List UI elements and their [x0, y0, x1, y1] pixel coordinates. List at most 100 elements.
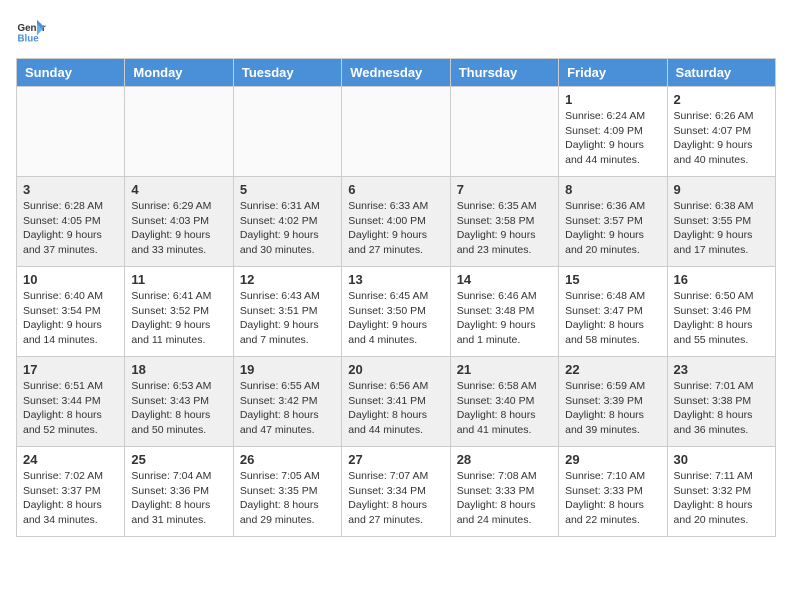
table-row: 22Sunrise: 6:59 AM Sunset: 3:39 PM Dayli…: [559, 357, 667, 447]
day-info: Sunrise: 6:31 AM Sunset: 4:02 PM Dayligh…: [240, 199, 335, 258]
day-number: 1: [565, 92, 660, 107]
day-number: 29: [565, 452, 660, 467]
day-info: Sunrise: 6:33 AM Sunset: 4:00 PM Dayligh…: [348, 199, 443, 258]
day-number: 21: [457, 362, 552, 377]
day-info: Sunrise: 7:10 AM Sunset: 3:33 PM Dayligh…: [565, 469, 660, 528]
table-row: 24 Sunrise: 7:02 AM Sunset: 3:37 PM Dayli…: [17, 447, 125, 537]
col-thursday: Thursday: [450, 59, 558, 87]
table-row: [450, 87, 558, 177]
table-row: 28 Sunrise: 7:08 AM Sunset: 3:33 PM Dayli…: [450, 447, 558, 537]
day-number: 20: [348, 362, 443, 377]
table-row: 13 Sunrise: 6:45 AM Sunset: 3:50 PM Dayli…: [342, 267, 450, 357]
table-row: 15 Sunrise: 6:48 AM Sunset: 3:47 PM Dayli…: [559, 267, 667, 357]
day-number: 13: [348, 272, 443, 287]
day-number: 8: [565, 182, 660, 197]
calendar-table: Sunday Monday Tuesday Wednesday Thursday…: [16, 58, 776, 537]
day-info: Sunrise: 7:08 AM Sunset: 3:33 PM Dayligh…: [457, 469, 552, 528]
day-info: Sunrise: 6:29 AM Sunset: 4:03 PM Dayligh…: [131, 199, 226, 258]
table-row: 30 Sunrise: 7:11 AM Sunset: 3:32 PM Dayli…: [667, 447, 775, 537]
calendar-week-row: 10 Sunrise: 6:40 AM Sunset: 3:54 PM Dayli…: [17, 267, 776, 357]
calendar-week-row: 24 Sunrise: 7:02 AM Sunset: 3:37 PM Dayli…: [17, 447, 776, 537]
table-row: 3 Sunrise: 6:28 AM Sunset: 4:05 PM Daylig…: [17, 177, 125, 267]
table-row: 14 Sunrise: 6:46 AM Sunset: 3:48 PM Dayli…: [450, 267, 558, 357]
logo: General Blue: [16, 16, 50, 46]
day-info: Sunrise: 7:04 AM Sunset: 3:36 PM Dayligh…: [131, 469, 226, 528]
col-tuesday: Tuesday: [233, 59, 341, 87]
day-info: Sunrise: 6:40 AM Sunset: 3:54 PM Dayligh…: [23, 289, 118, 348]
day-number: 25: [131, 452, 226, 467]
day-info: Sunrise: 6:48 AM Sunset: 3:47 PM Dayligh…: [565, 289, 660, 348]
day-info: Sunrise: 7:05 AM Sunset: 3:35 PM Dayligh…: [240, 469, 335, 528]
day-number: 30: [674, 452, 769, 467]
day-info: Sunrise: 6:45 AM Sunset: 3:50 PM Dayligh…: [348, 289, 443, 348]
table-row: 5 Sunrise: 6:31 AM Sunset: 4:02 PM Daylig…: [233, 177, 341, 267]
day-info: Sunrise: 6:41 AM Sunset: 3:52 PM Dayligh…: [131, 289, 226, 348]
table-row: 1 Sunrise: 6:24 AM Sunset: 4:09 PM Daylig…: [559, 87, 667, 177]
table-row: 23Sunrise: 7:01 AM Sunset: 3:38 PM Dayli…: [667, 357, 775, 447]
day-number: 23: [674, 362, 769, 377]
col-saturday: Saturday: [667, 59, 775, 87]
day-info: Sunrise: 6:58 AM Sunset: 3:40 PM Dayligh…: [457, 379, 552, 438]
day-number: 3: [23, 182, 118, 197]
day-number: 26: [240, 452, 335, 467]
table-row: 4 Sunrise: 6:29 AM Sunset: 4:03 PM Daylig…: [125, 177, 233, 267]
table-row: [17, 87, 125, 177]
table-row: [125, 87, 233, 177]
day-info: Sunrise: 6:36 AM Sunset: 3:57 PM Dayligh…: [565, 199, 660, 258]
table-row: 19Sunrise: 6:55 AM Sunset: 3:42 PM Dayli…: [233, 357, 341, 447]
day-number: 9: [674, 182, 769, 197]
table-row: 10 Sunrise: 6:40 AM Sunset: 3:54 PM Dayli…: [17, 267, 125, 357]
calendar-week-row: 1 Sunrise: 6:24 AM Sunset: 4:09 PM Daylig…: [17, 87, 776, 177]
day-number: 14: [457, 272, 552, 287]
calendar-page: General Blue Sunday Monday Tuesday Wedne…: [0, 0, 792, 553]
table-row: 17Sunrise: 6:51 AM Sunset: 3:44 PM Dayli…: [17, 357, 125, 447]
day-info: Sunrise: 6:26 AM Sunset: 4:07 PM Dayligh…: [674, 109, 769, 168]
col-monday: Monday: [125, 59, 233, 87]
table-row: [342, 87, 450, 177]
day-info: Sunrise: 6:43 AM Sunset: 3:51 PM Dayligh…: [240, 289, 335, 348]
col-friday: Friday: [559, 59, 667, 87]
table-row: 2 Sunrise: 6:26 AM Sunset: 4:07 PM Daylig…: [667, 87, 775, 177]
day-number: 12: [240, 272, 335, 287]
logo-icon: General Blue: [16, 16, 46, 46]
table-row: 20 Sunrise: 6:56 AM Sunset: 3:41 PM Dayli…: [342, 357, 450, 447]
table-row: 25 Sunrise: 7:04 AM Sunset: 3:36 PM Dayli…: [125, 447, 233, 537]
table-row: 9Sunrise: 6:38 AM Sunset: 3:55 PM Daylig…: [667, 177, 775, 267]
day-info: Sunrise: 7:07 AM Sunset: 3:34 PM Dayligh…: [348, 469, 443, 528]
day-number: 17: [23, 362, 118, 377]
col-sunday: Sunday: [17, 59, 125, 87]
day-number: 5: [240, 182, 335, 197]
calendar-header-row: Sunday Monday Tuesday Wednesday Thursday…: [17, 59, 776, 87]
day-number: 27: [348, 452, 443, 467]
day-number: 4: [131, 182, 226, 197]
day-number: 7: [457, 182, 552, 197]
svg-text:Blue: Blue: [18, 34, 40, 45]
table-row: 6 Sunrise: 6:33 AM Sunset: 4:00 PM Daylig…: [342, 177, 450, 267]
day-number: 6: [348, 182, 443, 197]
day-number: 15: [565, 272, 660, 287]
day-info: Sunrise: 6:50 AM Sunset: 3:46 PM Dayligh…: [674, 289, 769, 348]
day-number: 10: [23, 272, 118, 287]
calendar-week-row: 17Sunrise: 6:51 AM Sunset: 3:44 PM Dayli…: [17, 357, 776, 447]
day-number: 24: [23, 452, 118, 467]
day-number: 16: [674, 272, 769, 287]
table-row: 16 Sunrise: 6:50 AM Sunset: 3:46 PM Dayli…: [667, 267, 775, 357]
day-number: 19: [240, 362, 335, 377]
day-number: 2: [674, 92, 769, 107]
table-row: 21 Sunrise: 6:58 AM Sunset: 3:40 PM Dayli…: [450, 357, 558, 447]
table-row: [233, 87, 341, 177]
table-row: 12 Sunrise: 6:43 AM Sunset: 3:51 PM Dayli…: [233, 267, 341, 357]
day-info: Sunrise: 6:28 AM Sunset: 4:05 PM Dayligh…: [23, 199, 118, 258]
day-info: Sunrise: 7:11 AM Sunset: 3:32 PM Dayligh…: [674, 469, 769, 528]
day-info: Sunrise: 6:24 AM Sunset: 4:09 PM Dayligh…: [565, 109, 660, 168]
day-info: Sunrise: 6:35 AM Sunset: 3:58 PM Dayligh…: [457, 199, 552, 258]
day-info: Sunrise: 6:46 AM Sunset: 3:48 PM Dayligh…: [457, 289, 552, 348]
table-row: 11 Sunrise: 6:41 AM Sunset: 3:52 PM Dayli…: [125, 267, 233, 357]
table-row: 26 Sunrise: 7:05 AM Sunset: 3:35 PM Dayli…: [233, 447, 341, 537]
table-row: 8 Sunrise: 6:36 AM Sunset: 3:57 PM Daylig…: [559, 177, 667, 267]
table-row: 29 Sunrise: 7:10 AM Sunset: 3:33 PM Dayli…: [559, 447, 667, 537]
day-number: 28: [457, 452, 552, 467]
day-info: Sunrise: 6:56 AM Sunset: 3:41 PM Dayligh…: [348, 379, 443, 438]
day-info: Sunrise: 7:02 AM Sunset: 3:37 PM Dayligh…: [23, 469, 118, 528]
day-number: 11: [131, 272, 226, 287]
